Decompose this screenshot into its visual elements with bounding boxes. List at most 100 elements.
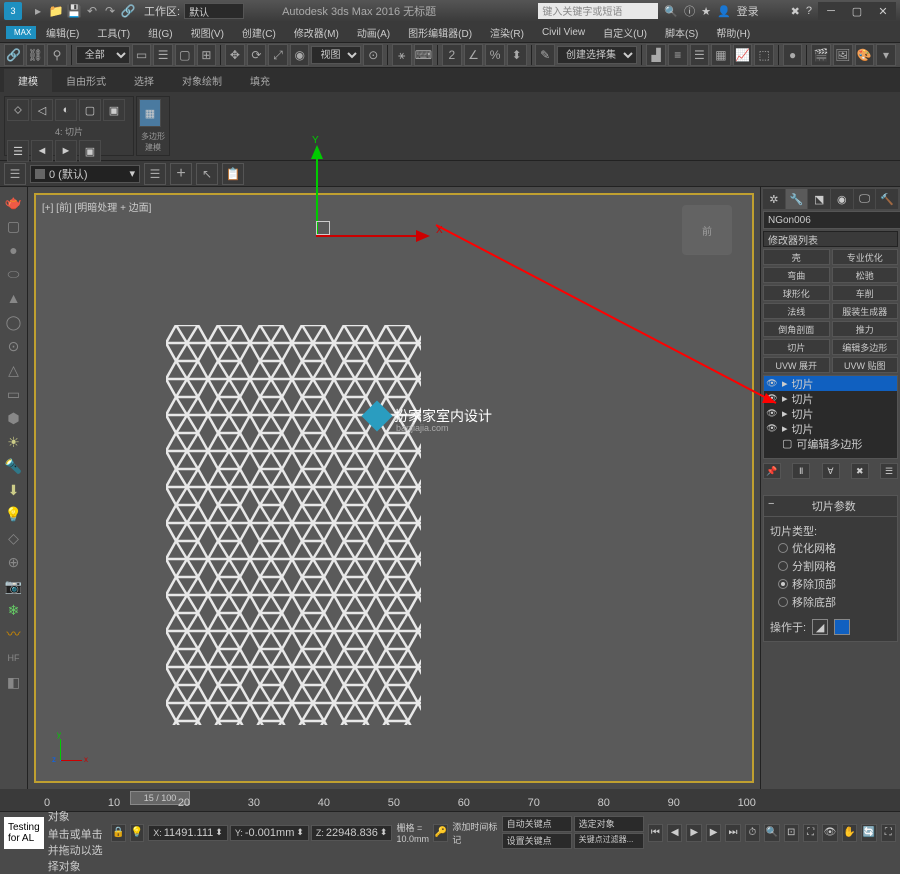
ribbon-next-button[interactable]: ► bbox=[55, 140, 77, 162]
cone-icon[interactable]: ▲ bbox=[3, 287, 25, 309]
mod-uvwunwrap[interactable]: UVW 展开 bbox=[763, 357, 830, 373]
pivot-button[interactable]: ⊙ bbox=[363, 44, 383, 66]
mod-lathe[interactable]: 车削 bbox=[832, 285, 899, 301]
menu-help[interactable]: 帮助(H) bbox=[708, 23, 758, 42]
goto-end-button[interactable]: ⏭ bbox=[725, 824, 740, 842]
shape-icon[interactable]: ◇ bbox=[3, 527, 25, 549]
bind-button[interactable]: ⚲ bbox=[47, 44, 67, 66]
modifier-list-dropdown[interactable]: 修改器列表 bbox=[763, 231, 898, 247]
rollout-header[interactable]: −切片参数 bbox=[764, 496, 897, 517]
torus-icon[interactable]: ◯ bbox=[3, 311, 25, 333]
exchange-icon[interactable]: ✖ bbox=[791, 5, 800, 18]
render-setup-button[interactable]: 🎬 bbox=[811, 44, 831, 66]
time-tag-button[interactable]: 🔑 bbox=[433, 824, 448, 842]
render-frame-button[interactable]: 🖼 bbox=[833, 44, 853, 66]
tab-display[interactable]: 🖵 bbox=[854, 189, 876, 209]
mod-chamfer[interactable]: 倒角剖面 bbox=[763, 321, 830, 337]
selobj-dropdown[interactable]: 选定对象 bbox=[574, 816, 644, 832]
star-icon[interactable]: ★ bbox=[701, 5, 711, 18]
mod-prooptimize[interactable]: 专业优化 bbox=[832, 249, 899, 265]
mod-editpoly[interactable]: 编辑多边形 bbox=[832, 339, 899, 355]
light-free-icon[interactable]: 💡 bbox=[3, 503, 25, 525]
mirror-button[interactable]: ▟ bbox=[646, 44, 666, 66]
zoom-all-button[interactable]: ⊡ bbox=[784, 824, 799, 842]
box-icon[interactable]: ▢ bbox=[3, 215, 25, 237]
select-by-button[interactable]: ↖ bbox=[196, 163, 218, 185]
remove-mod-button[interactable]: ✖ bbox=[851, 463, 869, 479]
tab-hierarchy[interactable]: ⬔ bbox=[808, 189, 830, 209]
viewcube[interactable]: 前 bbox=[682, 205, 732, 255]
mod-uvwmap[interactable]: UVW 贴图 bbox=[832, 357, 899, 373]
layer-icon[interactable]: ☰ bbox=[4, 163, 26, 185]
ribbon-end-button[interactable]: ▣ bbox=[79, 140, 101, 162]
ribbon-polymodel-button[interactable]: ▦ bbox=[139, 99, 161, 127]
menu-customize[interactable]: 自定义(U) bbox=[595, 23, 655, 42]
ribbon-poly-button[interactable]: ▢ bbox=[79, 99, 101, 121]
mod-spherify[interactable]: 球形化 bbox=[763, 285, 830, 301]
mod-garment[interactable]: 服装生成器 bbox=[832, 303, 899, 319]
camera-icon[interactable]: 📷 bbox=[3, 575, 25, 597]
link-button[interactable]: 🔗 bbox=[4, 44, 24, 66]
menu-civil[interactable]: Civil View bbox=[534, 25, 593, 40]
move-button[interactable]: ✥ bbox=[225, 44, 245, 66]
tab-motion[interactable]: ◉ bbox=[831, 189, 853, 209]
unlink-button[interactable]: ⛓ bbox=[26, 44, 46, 66]
curve-editor-button[interactable]: 📈 bbox=[733, 44, 753, 66]
manipulate-button[interactable]: ⚹ bbox=[392, 44, 412, 66]
snap-2d-button[interactable]: 2 bbox=[442, 44, 462, 66]
timeline[interactable]: 15 / 100 01020 304050 607080 90100 bbox=[0, 789, 900, 811]
menu-view[interactable]: 视图(V) bbox=[183, 23, 232, 42]
ribbon-tab-select[interactable]: 选择 bbox=[120, 69, 168, 92]
schematic-button[interactable]: ⬚ bbox=[754, 44, 774, 66]
named-sel-dropdown[interactable]: 创建选择集 bbox=[557, 46, 637, 64]
user-icon[interactable]: 👤 bbox=[717, 5, 731, 18]
layer-dropdown[interactable]: 0 (默认)▾ bbox=[30, 165, 140, 183]
time-config-button[interactable]: ⏱ bbox=[745, 824, 760, 842]
tab-create[interactable]: ✲ bbox=[763, 189, 785, 209]
snap-percent-button[interactable]: % bbox=[485, 44, 505, 66]
open-icon[interactable]: 📁 bbox=[48, 3, 64, 19]
select-name-button[interactable]: ☰ bbox=[153, 44, 173, 66]
keyboard-button[interactable]: ⌨ bbox=[414, 44, 434, 66]
next-frame-button[interactable]: ▶ bbox=[706, 824, 721, 842]
menu-tools[interactable]: 工具(T) bbox=[89, 23, 138, 42]
ribbon-stack-button[interactable]: ☰ bbox=[7, 140, 29, 162]
redo-icon[interactable]: ↷ bbox=[102, 3, 118, 19]
light-spot-icon[interactable]: 🔦 bbox=[3, 455, 25, 477]
rotate-button[interactable]: ⟳ bbox=[247, 44, 267, 66]
material-editor-button[interactable]: ● bbox=[783, 44, 803, 66]
make-unique-button[interactable]: ∀ bbox=[822, 463, 840, 479]
select-button[interactable]: ▭ bbox=[132, 44, 152, 66]
ribbon-tab-populate[interactable]: 填充 bbox=[236, 69, 284, 92]
zoom-extents-button[interactable]: ⛶ bbox=[803, 824, 818, 842]
minimize-button[interactable]: ─ bbox=[818, 2, 844, 20]
tab-utilities[interactable]: 🔨 bbox=[876, 189, 898, 209]
select-region-button[interactable]: ▢ bbox=[175, 44, 195, 66]
save-icon[interactable]: 💾 bbox=[66, 3, 82, 19]
addtime-label[interactable]: 添加时间标记 bbox=[452, 820, 497, 846]
viewport-front[interactable]: [+] [前] [明暗处理 + 边面] 前 Y X 扮家家室内设计 banjia bbox=[34, 193, 754, 783]
modifier-stack[interactable]: 👁▸切片 👁▸切片 👁▸切片 👁▸切片 ▢可编辑多边形 bbox=[763, 375, 898, 459]
particle-icon[interactable]: ❄ bbox=[3, 599, 25, 621]
ref-coord-dropdown[interactable]: 视图 bbox=[311, 46, 361, 64]
setkey-button[interactable]: 设置关键点 bbox=[502, 833, 572, 849]
maxview-button[interactable]: ⛶ bbox=[881, 824, 896, 842]
toggle-icon[interactable]: ◧ bbox=[3, 671, 25, 693]
new-icon[interactable]: ▸ bbox=[30, 3, 46, 19]
maximize-button[interactable]: ▢ bbox=[844, 2, 870, 20]
placement-button[interactable]: ◉ bbox=[290, 44, 310, 66]
object-name-input[interactable] bbox=[763, 211, 900, 229]
window-crossing-button[interactable]: ⊞ bbox=[197, 44, 217, 66]
undo-icon[interactable]: ↶ bbox=[84, 3, 100, 19]
show-result-button[interactable]: Ⅱ bbox=[792, 463, 810, 479]
isolate-toggle-button[interactable]: 💡 bbox=[130, 824, 144, 842]
light-omni-icon[interactable]: ☀ bbox=[3, 431, 25, 453]
add-button[interactable]: + bbox=[170, 163, 192, 185]
mod-normal[interactable]: 法线 bbox=[763, 303, 830, 319]
mod-relax[interactable]: 松驰 bbox=[832, 267, 899, 283]
search-input[interactable]: 键入关键字或短语 bbox=[538, 3, 658, 19]
op-poly-button[interactable] bbox=[834, 619, 850, 635]
menu-render[interactable]: 渲染(R) bbox=[482, 23, 532, 42]
select-filter[interactable]: 全部 bbox=[76, 46, 130, 64]
layer-props-button[interactable]: 📋 bbox=[222, 163, 244, 185]
